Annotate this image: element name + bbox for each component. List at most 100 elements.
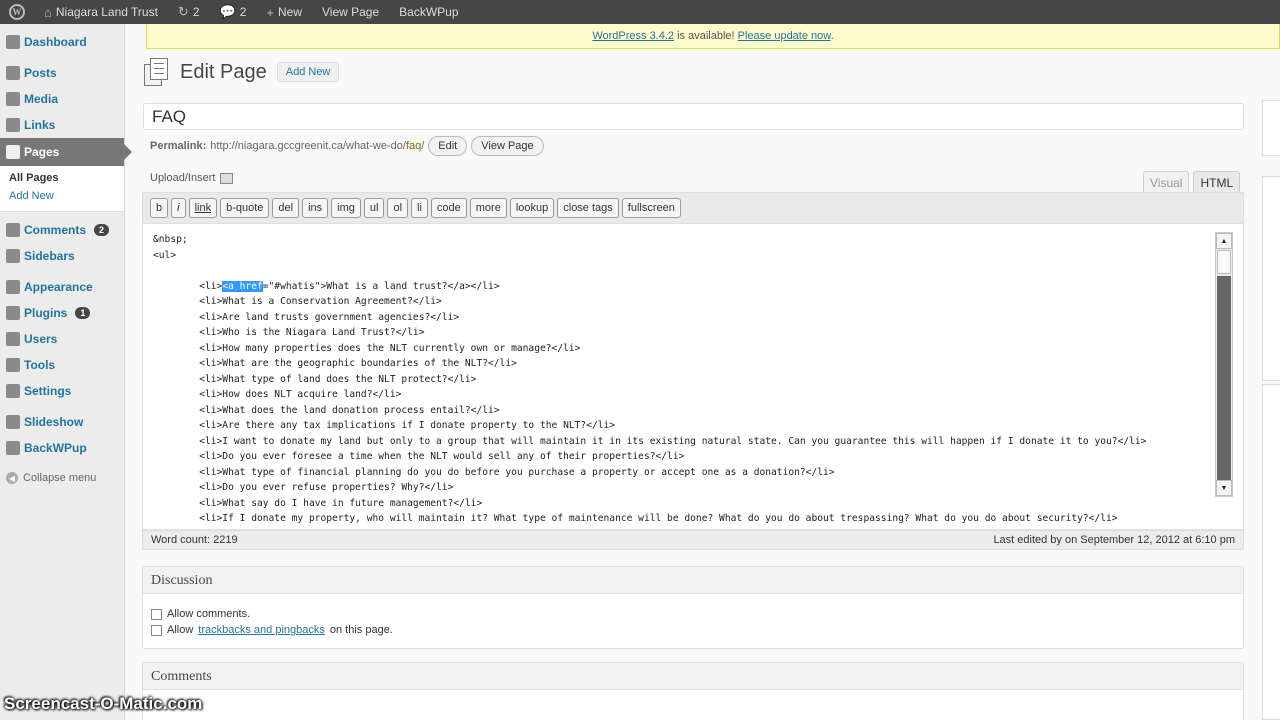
allow-pings-checkbox[interactable] xyxy=(151,624,162,636)
scroll-thumb[interactable] xyxy=(1217,250,1231,274)
code-content[interactable]: &nbsp; <ul> <li><a href="#whatis">What is… xyxy=(153,232,1211,529)
quicktag-del-button[interactable]: del xyxy=(272,198,300,218)
sidebar-item-settings[interactable]: Settings xyxy=(0,378,124,404)
code-line: <li>Who is the Niagara Land Trust?</li> xyxy=(153,327,425,338)
quicktag-more-button[interactable]: more xyxy=(469,198,507,218)
quicktag-i-button[interactable]: i xyxy=(171,198,186,218)
comments-title[interactable]: Comments xyxy=(143,663,1243,690)
updates-count: 2 xyxy=(192,5,200,19)
allow-pings-row: Allow trackbacks and pingbacks on this p… xyxy=(143,622,1243,638)
link-icon xyxy=(6,118,20,132)
quicktag-b-button[interactable]: b xyxy=(150,198,169,218)
collapse-menu-button[interactable]: ◀ Collapse menu xyxy=(0,465,124,491)
sidebar-item-appearance[interactable]: Appearance xyxy=(0,274,124,300)
code-line: <li>How does NLT acquire land?</li> xyxy=(153,389,402,400)
scroll-track[interactable] xyxy=(1217,276,1231,480)
edit-permalink-button[interactable]: Edit xyxy=(428,136,468,156)
quicktag-li-button[interactable]: li xyxy=(411,198,428,218)
code-line: <li>Are there any tax implications if I … xyxy=(153,420,616,431)
add-media-icon[interactable] xyxy=(220,172,234,184)
site-name-link[interactable]: ⌂ Niagara Land Trust xyxy=(34,0,168,24)
sidebar-item-dashboard[interactable]: Dashboard xyxy=(0,29,124,55)
plus-icon: + xyxy=(266,4,274,20)
submenu-add-new[interactable]: Add New xyxy=(0,187,124,205)
sidebar-item-comments[interactable]: Comments 2 xyxy=(0,217,124,243)
code-line: <li>Are land trusts government agencies?… xyxy=(153,311,460,323)
quicktag-ins-button[interactable]: ins xyxy=(302,198,329,218)
add-new-button[interactable]: Add New xyxy=(276,62,340,82)
html-editor-textarea[interactable]: &nbsp; <ul> <li><a href="#whatis">What is… xyxy=(142,224,1244,530)
trackbacks-link[interactable]: trackbacks and pingbacks xyxy=(198,624,325,636)
quicktag-ol-button[interactable]: ol xyxy=(387,198,409,218)
discussion-title[interactable]: Discussion xyxy=(143,567,1243,594)
code-line: <li>I want to donate my land but only to… xyxy=(153,435,1147,447)
allow-comments-checkbox[interactable] xyxy=(151,608,162,620)
quicktag-close-tags-button[interactable]: close tags xyxy=(557,198,619,218)
sidebar-item-backwpup[interactable]: BackWPup xyxy=(0,435,124,461)
code-line: <li>What type of land does the NLT prote… xyxy=(153,373,477,385)
sidebar-item-plugins[interactable]: Plugins 1 xyxy=(0,300,124,326)
upload-insert-label: Upload/Insert xyxy=(150,172,216,184)
quicktag-ul-button[interactable]: ul xyxy=(363,198,385,218)
wordpress-version-link[interactable]: WordPress 3.4.2 xyxy=(592,30,674,42)
admin-sidebar: Dashboard Posts Media Links Pages All Pa… xyxy=(0,24,132,720)
code-line: <li>Do you ever foresee a time when the … xyxy=(153,451,685,462)
sidebar-item-posts[interactable]: Posts xyxy=(0,60,124,86)
upload-insert[interactable]: Upload/Insert xyxy=(150,172,234,184)
sidebar-item-label: Dashboard xyxy=(24,35,87,49)
sidebar-item-slideshow[interactable]: Slideshow xyxy=(0,409,124,435)
comments-icon xyxy=(6,223,20,237)
scroll-down-icon[interactable]: ▼ xyxy=(1216,480,1232,496)
allow-comments-row: Allow comments. xyxy=(143,606,1243,622)
collapse-label: Collapse menu xyxy=(23,472,97,484)
plugins-badge: 1 xyxy=(75,307,91,319)
sidebar-item-sidebars[interactable]: Sidebars xyxy=(0,243,124,269)
quicktag-code-button[interactable]: code xyxy=(430,198,467,218)
sidebar-item-media[interactable]: Media xyxy=(0,86,124,112)
editor-scrollbar[interactable]: ▲ ▼ xyxy=(1215,232,1233,497)
permalink-url: http://niagara.gccgreenit.ca/what-we-do/… xyxy=(210,140,424,152)
tab-visual[interactable]: Visual xyxy=(1143,171,1190,193)
tab-html[interactable]: HTML xyxy=(1193,171,1241,193)
updates-link[interactable]: ↻ 2 xyxy=(168,0,210,24)
submenu-all-pages[interactable]: All Pages xyxy=(0,169,124,187)
new-content-link[interactable]: + New xyxy=(256,0,312,24)
attributes-box-edge xyxy=(1262,176,1280,381)
sidebar-item-label: Links xyxy=(24,118,56,132)
notice-end: . xyxy=(830,30,834,42)
featured-box-edge xyxy=(1262,384,1280,720)
quicktag-b-quote-button[interactable]: b-quote xyxy=(220,198,270,218)
update-now-link[interactable]: Please update now xyxy=(738,30,831,42)
quicktag-fullscreen-button[interactable]: fullscreen xyxy=(621,198,681,218)
comments-link[interactable]: 💬 2 xyxy=(210,0,257,24)
permalink-base: http://niagara.gccgreenit.ca/what-we-do/ xyxy=(210,140,406,152)
backwpup-link[interactable]: BackWPup xyxy=(389,0,468,24)
site-name-label: Niagara Land Trust xyxy=(55,5,158,19)
code-line: <li>What say do I have in future managem… xyxy=(153,497,483,509)
sidebar-item-tools[interactable]: Tools xyxy=(0,352,124,378)
wordpress-logo-icon[interactable]: W xyxy=(0,0,34,24)
quicktag-lookup-button[interactable]: lookup xyxy=(509,198,555,218)
sidebar-item-label: Users xyxy=(24,332,58,346)
scroll-up-icon[interactable]: ▲ xyxy=(1216,233,1232,249)
view-page-button[interactable]: View Page xyxy=(471,136,544,156)
page-title: Edit Page xyxy=(180,60,267,83)
view-page-link[interactable]: View Page xyxy=(312,0,389,24)
last-edited: Last edited by on September 12, 2012 at … xyxy=(993,534,1235,546)
quicktag-link-button[interactable]: link xyxy=(188,198,218,218)
post-title-input[interactable]: FAQ xyxy=(143,103,1244,130)
editor-status-bar: Word count: 2219 Last edited by on Septe… xyxy=(142,530,1244,550)
sidebar-item-pages[interactable]: Pages xyxy=(0,138,132,166)
quicktag-img-button[interactable]: img xyxy=(331,198,361,218)
sidebar-item-users[interactable]: Users xyxy=(0,326,124,352)
selected-text: <a href xyxy=(222,280,263,292)
sidebar-item-label: Settings xyxy=(24,384,72,398)
users-icon xyxy=(6,332,20,346)
pages-icon xyxy=(144,58,170,86)
allow-comments-label: Allow comments. xyxy=(167,608,251,620)
sidebar-item-links[interactable]: Links xyxy=(0,112,124,138)
permalink-slug[interactable]: faq xyxy=(405,140,422,152)
media-icon xyxy=(6,92,20,106)
sidebar-item-label: Comments xyxy=(24,223,87,237)
code-line: <li>Do you ever refuse properties? Why?<… xyxy=(153,482,454,493)
